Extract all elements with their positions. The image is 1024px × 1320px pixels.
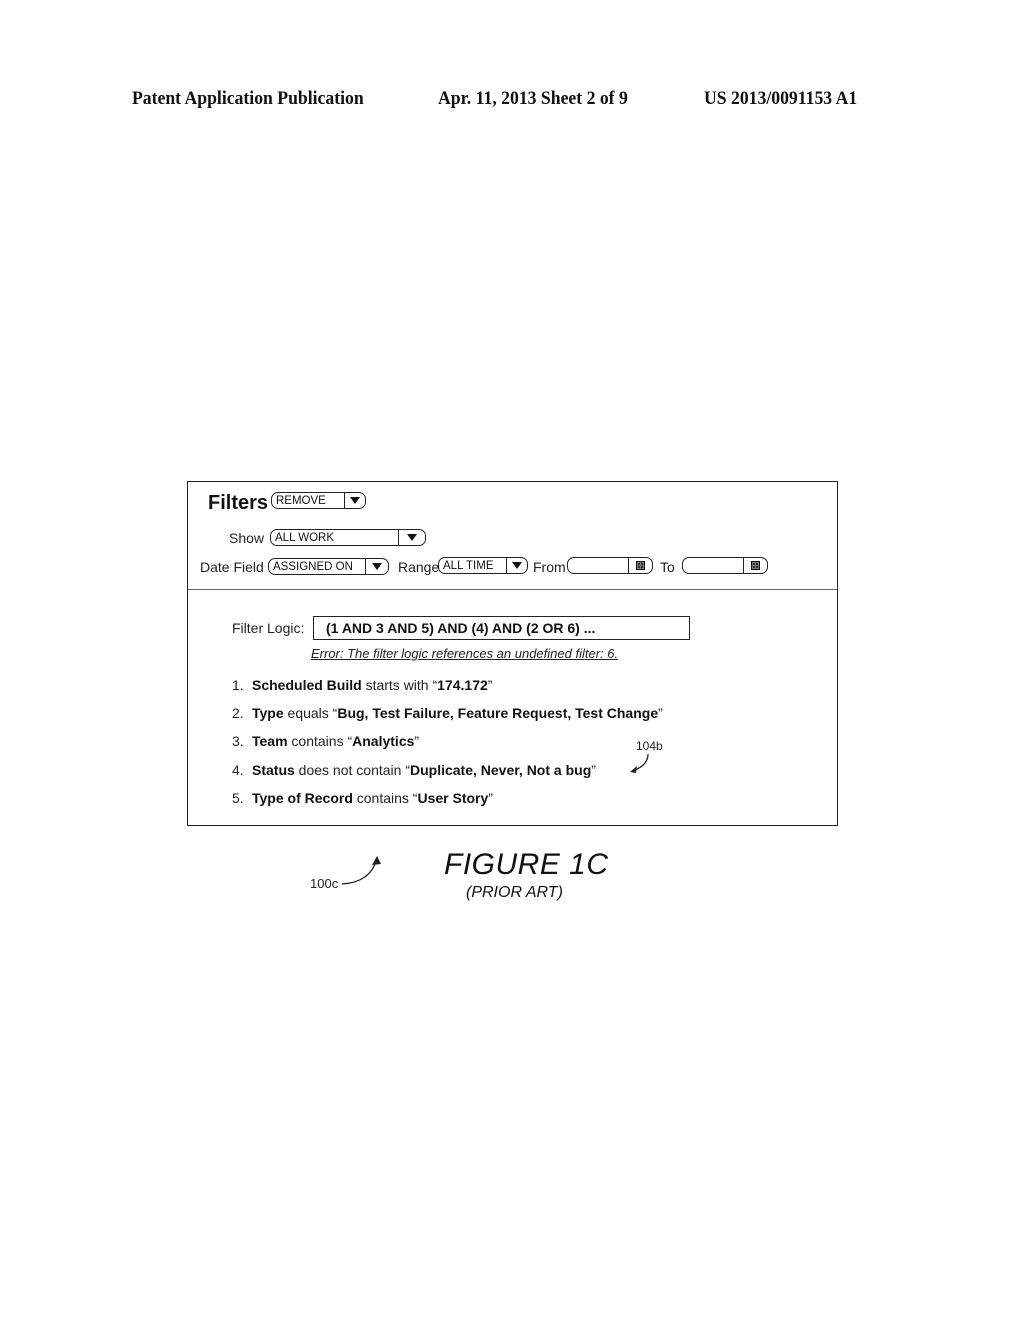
filters-settings-section: Filters REMOVE Show ALL WORK Date Field … [188,482,837,590]
to-label: To [660,559,675,575]
publication-label: Patent Application Publication [132,88,364,109]
filters-panel: Filters REMOVE Show ALL WORK Date Field … [187,481,838,826]
publication-date-sheet: Apr. 11, 2013 Sheet 2 of 9 [438,88,628,109]
rule-value: Analytics [352,733,415,749]
triangle-down-icon [350,497,360,504]
dropdown-button[interactable] [365,559,388,574]
publication-number: US 2013/0091153 A1 [704,88,858,109]
show-value: ALL WORK [275,531,335,544]
triangle-down-icon [512,562,522,569]
rule-value: User Story [417,790,489,806]
rule-quote: ” [488,790,493,806]
date-field-value: ASSIGNED ON [273,560,353,573]
rule-number: 2. [232,705,244,721]
rule-operator: equals “ [283,705,338,721]
calendar-icon [751,561,760,570]
from-date-input[interactable] [567,557,653,574]
dropdown-button[interactable] [398,530,425,545]
reference-label-104b: 104b [636,739,663,753]
reference-arrow-icon [341,856,381,885]
rule-number: 3. [232,733,244,749]
filter-rule: 5. Type of Record contains “User Story” [232,790,493,806]
filters-action-dropdown[interactable]: REMOVE [271,492,366,509]
section-divider [188,589,837,590]
range-value: ALL TIME [443,559,494,572]
rule-operator: contains “ [352,790,418,806]
filter-rule: 1. Scheduled Build starts with “174.172” [232,677,492,693]
calendar-button[interactable] [628,558,652,573]
rule-quote: ” [591,762,596,778]
filter-rule: 3. Team contains “Analytics” [232,733,419,749]
calendar-button[interactable] [743,558,767,573]
show-dropdown[interactable]: ALL WORK [270,529,426,546]
triangle-down-icon [407,534,417,541]
rule-number: 1. [232,677,244,693]
rule-field: Team [252,733,288,749]
calendar-icon [636,561,645,570]
rule-quote: ” [658,705,663,721]
rule-field: Type [252,705,284,721]
rule-number: 4. [232,762,244,778]
rule-field: Scheduled Build [252,677,362,693]
filter-logic-label: Filter Logic: [232,620,305,636]
rule-field: Type of Record [252,790,353,806]
date-field-dropdown[interactable]: ASSIGNED ON [268,558,389,575]
reference-label-100c: 100c [310,876,339,891]
rule-quote: ” [487,677,493,693]
figure-title: FIGURE 1C [444,848,609,881]
triangle-down-icon [372,563,382,570]
rule-operator: starts with “ [361,677,438,693]
rule-value: 174.172 [437,677,488,693]
rule-number: 5. [232,790,244,806]
from-label: From [533,559,566,575]
rule-value: Duplicate, Never, Not a bug [409,762,592,778]
range-dropdown[interactable]: ALL TIME [438,557,528,574]
range-label: Range [398,559,440,575]
rule-operator: does not contain “ [294,762,410,778]
rule-quote: ” [414,733,420,749]
rule-operator: contains “ [287,733,353,749]
filter-rule: 2. Type equals “Bug, Test Failure, Featur… [232,705,663,721]
rule-field: Status [252,762,295,778]
filters-title: Filters [208,492,269,514]
to-date-input[interactable] [682,557,768,574]
dropdown-button[interactable] [344,493,365,508]
figure-subtitle: (PRIOR ART) [466,884,563,901]
rule-value: Bug, Test Failure, Feature Request, Test… [337,705,659,721]
date-field-label: Date Field [200,559,264,575]
filter-rule: 4. Status does not contain “Duplicate, Ne… [232,762,596,778]
dropdown-button[interactable] [506,558,527,573]
show-label: Show [229,530,265,546]
filters-action-value: REMOVE [276,494,326,507]
filter-logic-error: Error: The filter logic references an un… [311,646,619,661]
reference-arrow-icon [630,753,649,773]
filter-logic-input[interactable]: (1 AND 3 AND 5) AND (4) AND (2 OR 6) ... [313,616,690,640]
